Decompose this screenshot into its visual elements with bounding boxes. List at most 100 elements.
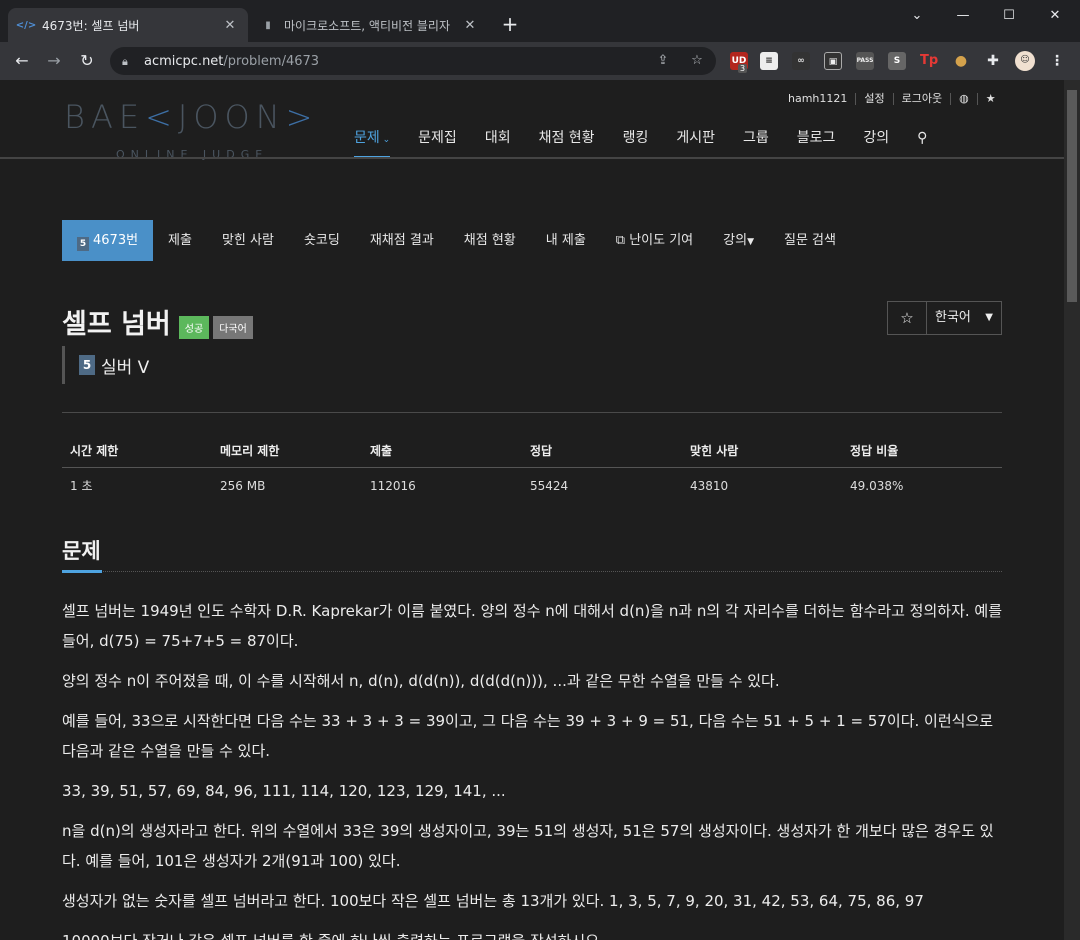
address-bar[interactable]: 🔒︎ acmicpc.net/problem/4673 ⇪ ☆ <box>110 47 716 75</box>
tier-name: 실버 V <box>101 357 150 378</box>
logout-link[interactable]: 로그아웃 <box>894 93 952 105</box>
username-link[interactable]: hamh1121 <box>780 93 857 105</box>
column-header: 정답 <box>530 444 553 458</box>
tab-lecture[interactable]: 강의▼ <box>708 220 769 261</box>
close-tab-icon[interactable]: ✕ <box>462 18 478 33</box>
status-badge: 성공 <box>178 316 210 339</box>
logo-bracket-right: > <box>285 98 319 136</box>
bookmark-star-icon[interactable]: ☆ <box>688 52 706 70</box>
browser-tab-inactive[interactable]: ▮ 마이크로소프트, 액티비전 블리자 ✕ <box>250 8 488 42</box>
settings-link[interactable]: 설정 <box>856 93 894 105</box>
table-cell: 1 초 <box>70 479 93 493</box>
nav-board[interactable]: 게시판 <box>662 128 729 158</box>
description-paragraph: 33, 39, 51, 57, 69, 84, 96, 111, 114, 12… <box>62 782 506 800</box>
description-paragraph: 생성자가 없는 숫자를 셀프 넘버라고 한다. 100보다 작은 셀프 넘버는 … <box>62 892 924 910</box>
table-row: 1 초 256 MB 112016 55424 43810 49.038% <box>62 468 1002 504</box>
column-header: 맞힌 사람 <box>690 444 739 458</box>
share-icon[interactable]: ⇪ <box>654 52 672 70</box>
nav-ranking[interactable]: 랭킹 <box>609 128 663 158</box>
nav-blog[interactable]: 블로그 <box>783 128 850 158</box>
url-host: acmicpc.net <box>144 53 224 69</box>
url-path: /problem/4673 <box>223 53 320 69</box>
tab-status[interactable]: 채점 현황 <box>449 220 531 261</box>
close-tab-icon[interactable]: ✕ <box>222 18 238 33</box>
tier-badge-icon: 5 <box>77 237 89 251</box>
problem-description: 셀프 넘버는 1949년 인도 수학자 D.R. Kaprekar가 이름 붙였… <box>62 596 1007 940</box>
new-tab-icon[interactable]: + <box>498 13 522 37</box>
nav-lecture[interactable]: 강의 <box>849 128 903 158</box>
problem-title-row: 셀프 넘버 성공 다국어 <box>62 302 257 341</box>
tp-extension-icon[interactable]: Tp <box>920 52 938 70</box>
window-extension-icon[interactable]: ▣ <box>824 52 842 70</box>
scrollbar-thumb[interactable] <box>1067 90 1077 302</box>
logo-subtitle: ONLINE JUDGE <box>116 148 269 161</box>
logo-part-left: BAE <box>64 98 146 136</box>
s-extension-icon[interactable]: S <box>888 52 906 70</box>
news-favicon-icon: ▮ <box>265 19 271 31</box>
extensions-puzzle-icon[interactable]: ✚ <box>984 52 1002 70</box>
column-header: 메모리 제한 <box>220 444 280 458</box>
profile-avatar-icon[interactable]: ☺ <box>1015 51 1035 71</box>
logo-text: BAE<JOON> <box>64 98 318 136</box>
search-icon[interactable]: ⚲ <box>903 128 941 158</box>
tab-solved-users[interactable]: 맞힌 사람 <box>207 220 289 261</box>
external-link-icon: ⧉ <box>615 233 630 248</box>
lock-icon: 🔒︎ <box>122 55 128 68</box>
tab-question-search[interactable]: 질문 검색 <box>769 220 851 261</box>
forward-icon[interactable]: → <box>42 49 66 73</box>
description-paragraph: 셀프 넘버는 1949년 인도 수학자 D.R. Kaprekar가 이름 붙였… <box>62 602 1003 650</box>
tab-title: 마이크로소프트, 액티비전 블리자 <box>284 18 451 33</box>
nav-problems[interactable]: 문제 ⌄ <box>340 128 404 158</box>
logo-part-right: JOON <box>177 98 286 136</box>
tab-submit[interactable]: 제출 <box>153 220 207 261</box>
minimize-icon[interactable]: — <box>940 4 986 28</box>
tab-problem[interactable]: 5 4673번 <box>62 220 154 261</box>
back-icon[interactable]: ← <box>10 49 34 73</box>
language-dropdown[interactable]: 한국어 ▼ <box>927 302 1001 334</box>
table-cell: 49.038% <box>850 479 904 493</box>
favorites-star-icon[interactable]: ★ <box>978 93 1004 105</box>
nav-status[interactable]: 채점 현황 <box>525 128 609 158</box>
tab-rejudge[interactable]: 재채점 결과 <box>355 220 449 261</box>
browser-tab-active[interactable]: </> 4673번: 셀프 넘버 ✕ <box>8 8 248 42</box>
tier-badge-icon: 5 <box>79 355 95 375</box>
table-cell[interactable]: 43810 <box>682 468 842 504</box>
close-window-icon[interactable]: ✕ <box>1032 4 1078 28</box>
boj-favicon-icon: </> <box>15 19 37 31</box>
tab-search-icon[interactable]: ⌄ <box>894 4 940 28</box>
problem-title: 셀프 넘버 <box>62 309 171 340</box>
tab-short-coding[interactable]: 숏코딩 <box>289 220 355 261</box>
extension-badge: 3 <box>738 64 748 73</box>
section-title: 문제 <box>62 539 101 563</box>
tab-my-submissions[interactable]: 내 제출 <box>531 220 601 261</box>
tab-label: 강의 <box>723 233 748 248</box>
table-header-row: 시간 제한 메모리 제한 제출 정답 맞힌 사람 정답 비율 <box>62 436 1002 468</box>
caret-down-icon: ▼ <box>985 312 993 323</box>
tab-difficulty[interactable]: ⧉ 난이도 기여 <box>601 220 708 261</box>
problem-tier: 5 실버 V <box>62 346 149 384</box>
reload-icon[interactable]: ↻ <box>75 49 99 73</box>
cookie-extension-icon[interactable]: ● <box>952 52 970 70</box>
doc-extension-icon[interactable]: ≡ <box>760 52 778 70</box>
nav-contest[interactable]: 대회 <box>471 128 525 158</box>
globe-icon[interactable]: ◍ <box>951 93 978 105</box>
section-accent-bar <box>62 570 102 573</box>
browser-tab-bar: </> 4673번: 셀프 넘버 ✕ ▮ 마이크로소프트, 액티비전 블리자 ✕… <box>0 0 1080 42</box>
description-paragraph: 10000보다 작거나 같은 셀프 넘버를 한 줄에 하나씩 출력하는 프로그램… <box>62 926 1007 940</box>
nav-workbook[interactable]: 문제집 <box>404 128 471 158</box>
site-logo[interactable]: BAE<JOON> ONLINE JUDGE <box>64 98 318 161</box>
glasses-extension-icon[interactable]: ∞ <box>792 52 810 70</box>
page-scrollbar[interactable] <box>1064 80 1080 940</box>
title-divider <box>62 412 1002 413</box>
description-paragraph: n을 d(n)의 생성자라고 한다. 위의 수열에서 33은 39의 생성자이고… <box>62 822 994 870</box>
pass-extension-icon[interactable]: PASS <box>856 52 874 70</box>
logo-bracket-left: < <box>145 98 178 136</box>
user-nav: hamh1121 설정 로그아웃 ◍ ★ <box>780 90 1004 108</box>
browser-toolbar: ← → ↻ 🔒︎ acmicpc.net/problem/4673 ⇪ ☆ UD… <box>0 42 1080 80</box>
browser-menu-icon[interactable]: ⋮ <box>1048 52 1066 70</box>
maximize-icon[interactable]: ☐ <box>986 4 1032 28</box>
table-cell: 55424 <box>530 479 569 493</box>
favorite-star-icon[interactable]: ☆ <box>888 302 927 334</box>
nav-group[interactable]: 그룹 <box>729 128 783 158</box>
table-cell[interactable]: 112016 <box>362 468 522 504</box>
